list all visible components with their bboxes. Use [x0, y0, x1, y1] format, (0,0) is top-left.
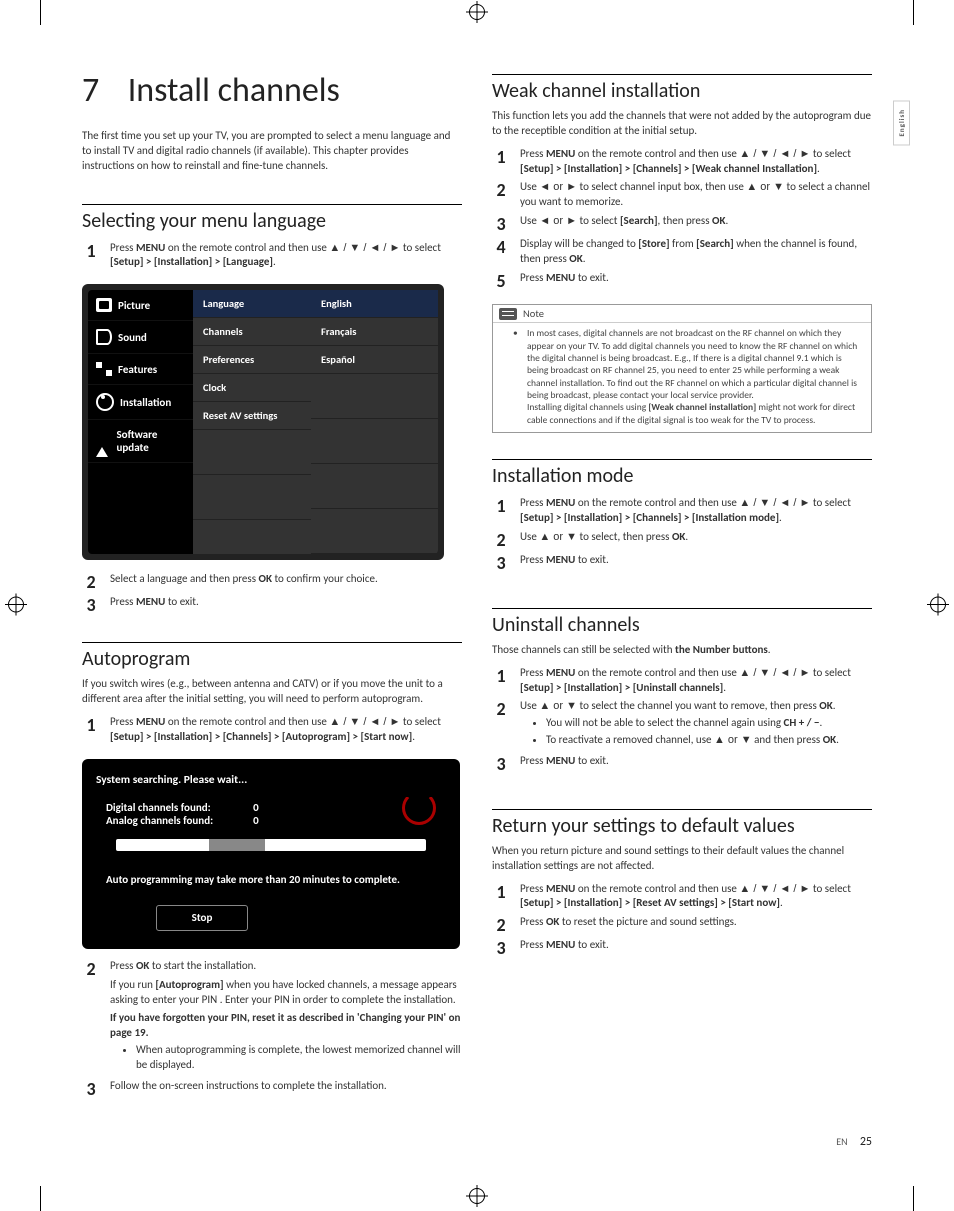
registration-mark	[469, 1188, 485, 1207]
progress-bar	[116, 839, 426, 851]
chapter-number: 7	[82, 70, 120, 111]
left-column: 7 Install channels The first time you se…	[82, 70, 462, 1112]
page-number: 25	[860, 1135, 872, 1149]
autoprogram-intro: If you switch wires (e.g., between anten…	[82, 677, 462, 707]
section-heading-weak: Weak channel installation	[492, 74, 872, 103]
menu-left-panel: Picture Sound Features Installation Soft…	[88, 290, 193, 554]
language-steps: 1 Press MENU on the remote control and t…	[82, 241, 462, 271]
arrow-keys-icon: ▲ / ▼ / ◄ / ►	[739, 883, 810, 895]
auto-step-3: 3Follow the on-screen instructions to co…	[82, 1079, 462, 1098]
menu-right-panel: English Français Español	[311, 290, 438, 554]
arrow-keys-icon: ▲ / ▼ / ◄ / ►	[329, 716, 400, 728]
chapter-title: Install channels	[128, 70, 340, 111]
language-steps-cont: 2Select a language and then press OK to …	[82, 572, 462, 614]
auto-step-2: 2 Press OK to start the installation. If…	[82, 959, 462, 1075]
note-icon	[499, 308, 517, 320]
note-box: Note In most cases, digital channels are…	[492, 304, 872, 433]
step-3: 3Press MENU to exit.	[82, 595, 462, 614]
progress-note: Auto programming may take more than 20 m…	[106, 873, 446, 887]
section-heading-language: Selecting your menu language	[82, 204, 462, 233]
progress-title: System searching. Please wait...	[96, 773, 446, 787]
arrow-ud-icon: ▲ or ▼	[746, 181, 784, 193]
note-label: Note	[523, 307, 544, 321]
arrow-keys-icon: ▲ / ▼ / ◄ / ►	[739, 497, 810, 509]
arrow-ud-icon: ▲ or ▼	[539, 531, 577, 543]
page-content: 7 Install channels The first time you se…	[0, 0, 954, 1152]
registration-mark	[930, 596, 946, 615]
menu-screenshot: Picture Sound Features Installation Soft…	[82, 284, 444, 560]
stop-button: Stop	[156, 905, 248, 931]
chapter-heading: 7 Install channels	[82, 70, 462, 111]
crop-mark	[40, 1186, 41, 1211]
installation-icon	[96, 393, 114, 411]
right-column: Weak channel installation This function …	[492, 70, 872, 1112]
arrow-lr-icon: ◄ or ►	[539, 215, 577, 227]
arrow-ud-icon: ▲ or ▼	[539, 700, 577, 712]
step-2: 2Select a language and then press OK to …	[82, 572, 462, 591]
update-icon	[96, 434, 108, 457]
weak-intro: This function lets you add the channels …	[492, 109, 872, 139]
features-icon	[96, 362, 112, 376]
section-heading-reset: Return your settings to default values	[492, 809, 872, 838]
auto-step-1: 1 Press MENU on the remote control and t…	[82, 715, 462, 745]
arrow-keys-icon: ▲ / ▼ / ◄ / ►	[739, 667, 810, 679]
language-tab: English	[893, 100, 910, 145]
arrow-ud-icon: ▲ or ▼	[714, 734, 752, 746]
arrow-keys-icon: ▲ / ▼ / ◄ / ►	[329, 242, 400, 254]
crop-mark	[40, 0, 41, 25]
autoprogram-progress-screenshot: System searching. Please wait... Digital…	[82, 759, 460, 949]
registration-mark	[8, 596, 24, 615]
chapter-intro: The first time you set up your TV, you a…	[82, 129, 462, 174]
section-heading-installmode: Installation mode	[492, 459, 872, 488]
crop-mark	[913, 0, 914, 25]
sound-icon	[96, 329, 112, 345]
section-heading-autoprogram: Autoprogram	[82, 642, 462, 671]
arrow-lr-icon: ◄ or ►	[539, 181, 577, 193]
footer-lang: EN	[836, 1135, 847, 1148]
menu-mid-panel: Language Channels Preferences Clock Rese…	[193, 290, 311, 554]
registration-mark	[469, 4, 485, 23]
page-footer: EN 25	[836, 1135, 872, 1149]
picture-icon	[96, 298, 112, 312]
step-1: 1 Press MENU on the remote control and t…	[82, 241, 462, 271]
spinner-icon	[402, 797, 436, 825]
section-heading-uninstall: Uninstall channels	[492, 608, 872, 637]
arrow-keys-icon: ▲ / ▼ / ◄ / ►	[739, 148, 810, 160]
crop-mark	[913, 1186, 914, 1211]
